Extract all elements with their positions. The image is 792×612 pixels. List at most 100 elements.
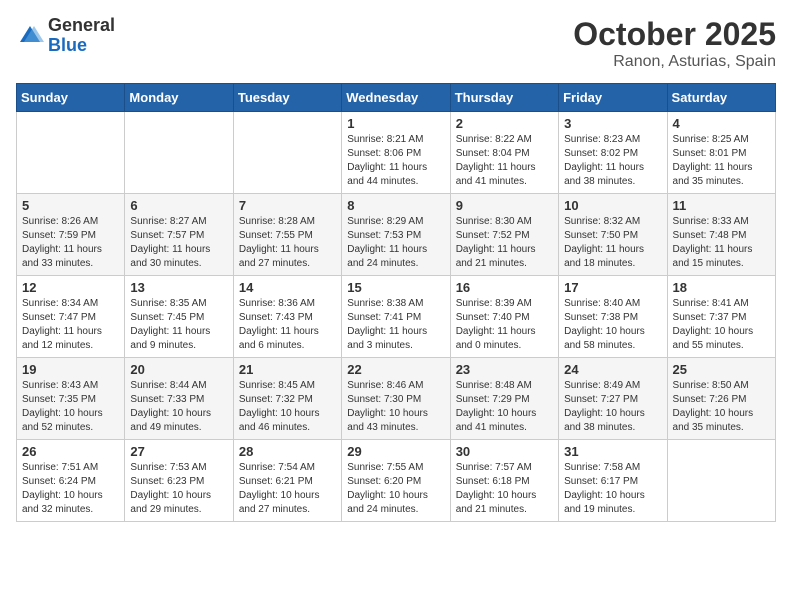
day-info: Sunrise: 8:41 AM Sunset: 7:37 PM Dayligh… xyxy=(673,297,770,353)
daylight-label: Daylight: 10 hours and 21 minutes. xyxy=(456,490,537,515)
sunset-label: Sunset: 7:40 PM xyxy=(456,312,530,323)
sunrise-label: Sunrise: 8:30 AM xyxy=(456,216,532,227)
sunset-label: Sunset: 7:41 PM xyxy=(347,312,421,323)
sunrise-label: Sunrise: 8:39 AM xyxy=(456,298,532,309)
day-info: Sunrise: 8:40 AM Sunset: 7:38 PM Dayligh… xyxy=(564,297,661,353)
calendar-cell: 6 Sunrise: 8:27 AM Sunset: 7:57 PM Dayli… xyxy=(125,194,233,276)
sunset-label: Sunset: 7:43 PM xyxy=(239,312,313,323)
sunrise-label: Sunrise: 7:57 AM xyxy=(456,462,532,473)
sunrise-label: Sunrise: 8:35 AM xyxy=(130,298,206,309)
sunrise-label: Sunrise: 8:22 AM xyxy=(456,134,532,145)
daylight-label: Daylight: 11 hours and 6 minutes. xyxy=(239,326,319,351)
sunset-label: Sunset: 7:32 PM xyxy=(239,394,313,405)
calendar-cell xyxy=(233,112,341,194)
calendar-week-row: 5 Sunrise: 8:26 AM Sunset: 7:59 PM Dayli… xyxy=(17,194,776,276)
calendar-cell xyxy=(667,440,775,522)
sunset-label: Sunset: 7:59 PM xyxy=(22,230,96,241)
day-info: Sunrise: 8:25 AM Sunset: 8:01 PM Dayligh… xyxy=(673,133,770,189)
day-number: 9 xyxy=(456,198,553,213)
day-number: 19 xyxy=(22,362,119,377)
calendar-week-row: 26 Sunrise: 7:51 AM Sunset: 6:24 PM Dayl… xyxy=(17,440,776,522)
day-info: Sunrise: 8:49 AM Sunset: 7:27 PM Dayligh… xyxy=(564,379,661,435)
daylight-label: Daylight: 10 hours and 43 minutes. xyxy=(347,408,428,433)
day-info: Sunrise: 8:27 AM Sunset: 7:57 PM Dayligh… xyxy=(130,215,227,271)
day-info: Sunrise: 8:39 AM Sunset: 7:40 PM Dayligh… xyxy=(456,297,553,353)
day-info: Sunrise: 8:34 AM Sunset: 7:47 PM Dayligh… xyxy=(22,297,119,353)
daylight-label: Daylight: 10 hours and 27 minutes. xyxy=(239,490,320,515)
daylight-label: Daylight: 11 hours and 27 minutes. xyxy=(239,244,319,269)
sunrise-label: Sunrise: 8:29 AM xyxy=(347,216,423,227)
sunrise-label: Sunrise: 8:33 AM xyxy=(673,216,749,227)
calendar-cell xyxy=(125,112,233,194)
day-info: Sunrise: 8:38 AM Sunset: 7:41 PM Dayligh… xyxy=(347,297,444,353)
calendar-cell xyxy=(17,112,125,194)
daylight-label: Daylight: 10 hours and 29 minutes. xyxy=(130,490,211,515)
sunset-label: Sunset: 8:06 PM xyxy=(347,148,421,159)
sunrise-label: Sunrise: 8:43 AM xyxy=(22,380,98,391)
sunrise-label: Sunrise: 8:38 AM xyxy=(347,298,423,309)
day-info: Sunrise: 7:54 AM Sunset: 6:21 PM Dayligh… xyxy=(239,461,336,517)
calendar-cell: 27 Sunrise: 7:53 AM Sunset: 6:23 PM Dayl… xyxy=(125,440,233,522)
weekday-header: Saturday xyxy=(667,84,775,112)
sunset-label: Sunset: 6:24 PM xyxy=(22,476,96,487)
weekday-header: Tuesday xyxy=(233,84,341,112)
day-number: 10 xyxy=(564,198,661,213)
daylight-label: Daylight: 11 hours and 18 minutes. xyxy=(564,244,644,269)
day-number: 4 xyxy=(673,116,770,131)
sunset-label: Sunset: 7:45 PM xyxy=(130,312,204,323)
day-number: 24 xyxy=(564,362,661,377)
day-info: Sunrise: 8:32 AM Sunset: 7:50 PM Dayligh… xyxy=(564,215,661,271)
calendar-cell: 25 Sunrise: 8:50 AM Sunset: 7:26 PM Dayl… xyxy=(667,358,775,440)
day-number: 6 xyxy=(130,198,227,213)
sunset-label: Sunset: 7:52 PM xyxy=(456,230,530,241)
calendar-cell: 30 Sunrise: 7:57 AM Sunset: 6:18 PM Dayl… xyxy=(450,440,558,522)
sunset-label: Sunset: 7:47 PM xyxy=(22,312,96,323)
daylight-label: Daylight: 11 hours and 12 minutes. xyxy=(22,326,102,351)
sunset-label: Sunset: 7:50 PM xyxy=(564,230,638,241)
day-number: 22 xyxy=(347,362,444,377)
sunrise-label: Sunrise: 8:21 AM xyxy=(347,134,423,145)
day-number: 7 xyxy=(239,198,336,213)
calendar-cell: 1 Sunrise: 8:21 AM Sunset: 8:06 PM Dayli… xyxy=(342,112,450,194)
calendar-cell: 7 Sunrise: 8:28 AM Sunset: 7:55 PM Dayli… xyxy=(233,194,341,276)
sunset-label: Sunset: 7:38 PM xyxy=(564,312,638,323)
sunrise-label: Sunrise: 8:48 AM xyxy=(456,380,532,391)
day-info: Sunrise: 7:53 AM Sunset: 6:23 PM Dayligh… xyxy=(130,461,227,517)
day-number: 1 xyxy=(347,116,444,131)
calendar-cell: 4 Sunrise: 8:25 AM Sunset: 8:01 PM Dayli… xyxy=(667,112,775,194)
daylight-label: Daylight: 11 hours and 9 minutes. xyxy=(130,326,210,351)
day-info: Sunrise: 8:48 AM Sunset: 7:29 PM Dayligh… xyxy=(456,379,553,435)
calendar-cell: 17 Sunrise: 8:40 AM Sunset: 7:38 PM Dayl… xyxy=(559,276,667,358)
sunset-label: Sunset: 7:29 PM xyxy=(456,394,530,405)
sunset-label: Sunset: 7:35 PM xyxy=(22,394,96,405)
sunset-label: Sunset: 7:48 PM xyxy=(673,230,747,241)
calendar-cell: 18 Sunrise: 8:41 AM Sunset: 7:37 PM Dayl… xyxy=(667,276,775,358)
daylight-label: Daylight: 10 hours and 24 minutes. xyxy=(347,490,428,515)
title-block: October 2025 Ranon, Asturias, Spain xyxy=(573,16,776,71)
day-info: Sunrise: 8:28 AM Sunset: 7:55 PM Dayligh… xyxy=(239,215,336,271)
logo-general: General xyxy=(48,16,115,36)
sunset-label: Sunset: 6:17 PM xyxy=(564,476,638,487)
daylight-label: Daylight: 11 hours and 0 minutes. xyxy=(456,326,536,351)
calendar-cell: 9 Sunrise: 8:30 AM Sunset: 7:52 PM Dayli… xyxy=(450,194,558,276)
sunset-label: Sunset: 7:37 PM xyxy=(673,312,747,323)
location-title: Ranon, Asturias, Spain xyxy=(573,53,776,71)
sunset-label: Sunset: 6:18 PM xyxy=(456,476,530,487)
calendar-cell: 16 Sunrise: 8:39 AM Sunset: 7:40 PM Dayl… xyxy=(450,276,558,358)
calendar-cell: 23 Sunrise: 8:48 AM Sunset: 7:29 PM Dayl… xyxy=(450,358,558,440)
day-info: Sunrise: 7:55 AM Sunset: 6:20 PM Dayligh… xyxy=(347,461,444,517)
logo-text: General Blue xyxy=(48,16,115,56)
calendar-cell: 21 Sunrise: 8:45 AM Sunset: 7:32 PM Dayl… xyxy=(233,358,341,440)
daylight-label: Daylight: 10 hours and 41 minutes. xyxy=(456,408,537,433)
weekday-header: Sunday xyxy=(17,84,125,112)
daylight-label: Daylight: 11 hours and 38 minutes. xyxy=(564,162,644,187)
day-info: Sunrise: 7:57 AM Sunset: 6:18 PM Dayligh… xyxy=(456,461,553,517)
calendar-cell: 13 Sunrise: 8:35 AM Sunset: 7:45 PM Dayl… xyxy=(125,276,233,358)
day-info: Sunrise: 7:51 AM Sunset: 6:24 PM Dayligh… xyxy=(22,461,119,517)
weekday-header: Monday xyxy=(125,84,233,112)
daylight-label: Daylight: 10 hours and 52 minutes. xyxy=(22,408,103,433)
day-info: Sunrise: 8:50 AM Sunset: 7:26 PM Dayligh… xyxy=(673,379,770,435)
sunset-label: Sunset: 7:33 PM xyxy=(130,394,204,405)
day-number: 11 xyxy=(673,198,770,213)
sunset-label: Sunset: 7:27 PM xyxy=(564,394,638,405)
